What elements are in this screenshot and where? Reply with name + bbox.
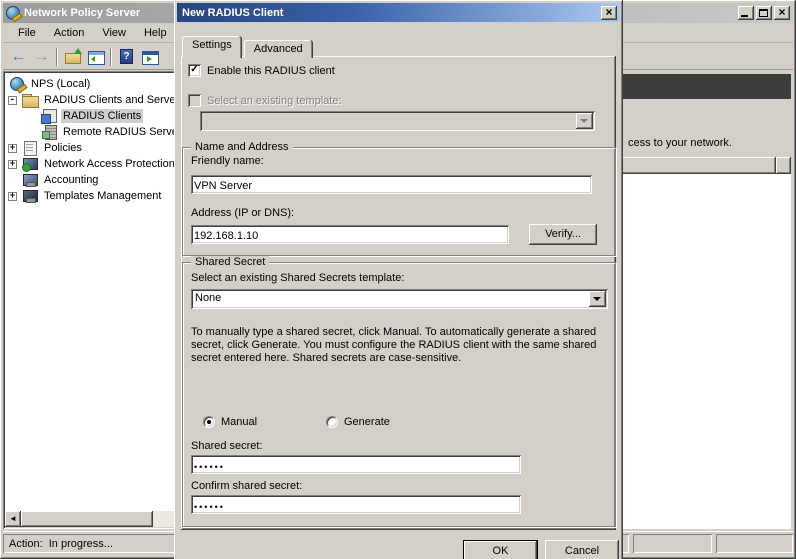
menu-help[interactable]: Help [135,25,176,41]
remote-radius-servers-icon [41,124,57,140]
shared-secret-template-value: None [195,292,222,304]
existing-template-label: Select an existing template: [207,94,342,107]
generate-radio[interactable] [326,416,338,428]
existing-template-row: Select an existing template: [188,94,342,107]
manual-radio-label: Manual [221,416,258,428]
forward-arrow-button[interactable]: → [30,46,53,68]
tab-advanced[interactable]: Advanced [243,40,313,58]
expand-icon[interactable]: + [8,159,17,169]
tree-item-label: Templates Management [44,190,162,202]
collapse-icon[interactable]: - [8,95,17,105]
shared-secret-input[interactable] [191,455,521,474]
maximize-button[interactable] [756,6,772,20]
up-one-level-folder-button[interactable] [61,46,84,68]
accounting-computer-icon [22,172,38,188]
dialog-tabstrip: Settings Advanced [182,36,313,58]
status-action-text: Action: In progress... [9,537,113,550]
shared-secret-template-label: Select an existing Shared Secrets templa… [191,272,405,284]
shared-secret-label: Shared secret: [191,440,263,452]
list-column-header-2[interactable] [776,157,791,174]
new-radius-client-dialog: New RADIUS Client × Settings Advanced ✓ … [174,0,623,559]
nps-app-icon [6,6,20,20]
up-one-level-folder-icon [64,47,82,66]
existing-template-checkbox[interactable] [188,94,201,107]
tree-item-label: NPS (Local) [31,78,91,90]
tree-item-label: Accounting [44,174,99,186]
show-console-tree-button[interactable] [84,46,107,68]
new-window-button[interactable] [138,46,161,68]
menu-file[interactable]: File [9,25,45,41]
dropdown-arrow-icon[interactable] [576,113,593,129]
tree-item-label: Remote RADIUS Servers [63,126,188,138]
confirm-shared-secret-input[interactable] [191,495,521,514]
cancel-button[interactable]: Cancel [545,540,619,559]
back-arrow-button[interactable]: ← [7,46,30,68]
shared-secret-template-combobox[interactable]: None [191,289,608,309]
shared-secret-group: Shared Secret Select an existing Shared … [182,256,616,527]
manual-radio[interactable] [203,416,215,428]
nps-globe-icon [10,77,24,91]
tree-item-label: Policies [44,142,82,154]
minimize-icon [741,15,748,17]
manual-radio-row: Manual [203,416,257,428]
scrollbar-thumb[interactable] [21,511,153,527]
friendly-name-input[interactable] [191,175,592,194]
shared-secret-group-title: Shared Secret [191,256,270,268]
tree-item-label: RADIUS Clients and Servers [44,94,185,106]
dialog-close-icon: × [605,4,613,19]
dialog-close-button[interactable]: × [601,4,617,20]
forward-arrow-icon: → [33,47,50,65]
back-arrow-icon: ← [10,47,27,65]
enable-client-label: Enable this RADIUS client [207,64,335,77]
minimize-button[interactable] [738,6,754,20]
pane-description-text: cess to your network. [628,137,732,149]
friendly-name-label: Friendly name: [191,155,264,167]
generate-radio-label: Generate [344,416,390,428]
expand-icon[interactable]: + [8,143,17,153]
console-title: Network Policy Server [24,7,141,19]
address-input[interactable] [191,225,509,244]
help-button[interactable]: ? [115,46,138,68]
existing-template-combobox-value [200,111,574,131]
dialog-title: New RADIUS Client [182,6,284,19]
generate-radio-row: Generate [326,416,390,428]
new-window-icon [141,48,159,66]
ok-button[interactable]: OK [463,540,538,559]
show-console-tree-icon [87,48,105,66]
name-and-address-group-title: Name and Address [191,141,293,153]
confirm-shared-secret-label: Confirm shared secret: [191,480,303,492]
close-button[interactable]: × [774,6,790,20]
policies-scroll-icon [22,140,38,156]
dialog-titlebar[interactable]: New RADIUS Client × [177,3,620,22]
verify-button[interactable]: Verify... [529,224,597,245]
menu-view[interactable]: View [93,25,135,41]
tree-item-label: RADIUS Clients [61,109,144,123]
name-and-address-group: Name and Address Friendly name: Address … [182,141,616,256]
toolbar-separator [110,47,112,66]
menu-action[interactable]: Action [45,25,94,41]
existing-template-combobox[interactable] [200,111,595,131]
tree-item-label: Network Access Protection [44,158,175,170]
templates-monitor-icon [22,188,38,204]
tab-settings[interactable]: Settings [182,36,242,58]
window-controls: × [738,6,790,20]
status-panel [633,534,712,553]
shared-secret-description: To manually type a shared secret, click … [191,326,597,364]
help-icon: ? [120,49,133,64]
enable-client-checkbox[interactable]: ✓ [188,64,201,77]
enable-client-row: ✓ Enable this RADIUS client [188,64,335,77]
scroll-left-button[interactable]: ◄ [5,511,21,527]
folder-icon [22,92,39,108]
address-label: Address (IP or DNS): [191,207,295,219]
close-icon: × [778,5,786,19]
maximize-icon [759,9,768,17]
screen: Network Policy Server × File Action View He… [0,0,796,559]
radius-clients-icon [41,108,57,124]
status-panel [716,534,793,553]
dropdown-arrow-icon[interactable] [589,291,606,307]
toolbar-separator [56,47,58,66]
expand-icon[interactable]: + [8,191,17,201]
nap-computer-icon [22,156,38,172]
